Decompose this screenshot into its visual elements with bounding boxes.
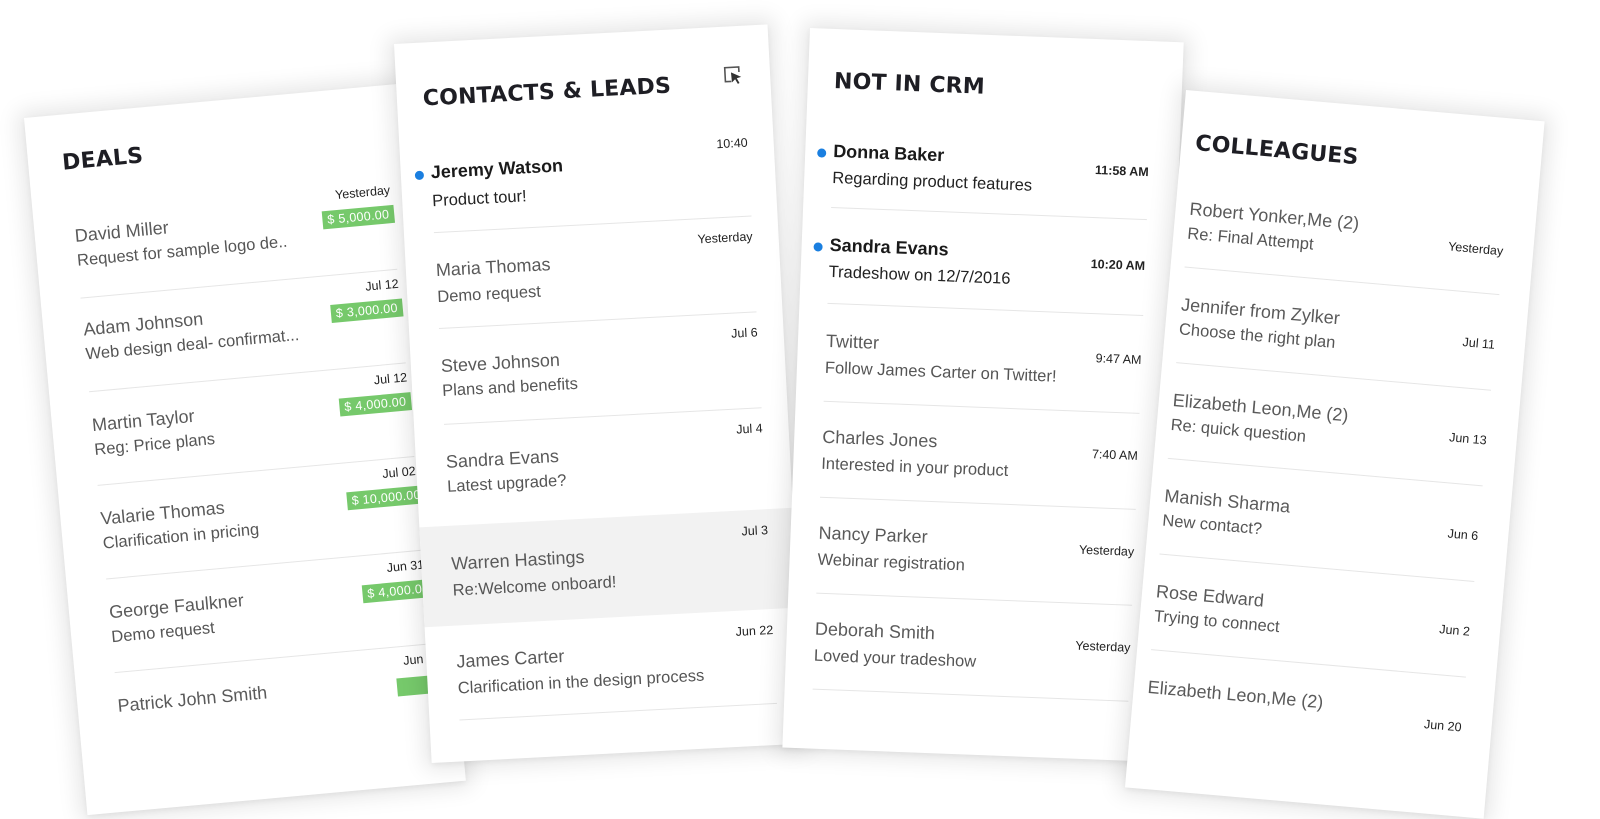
message-subject: Webinar registration <box>817 550 966 575</box>
sender-name: Twitter <box>825 330 880 353</box>
deal-date: Jul 02 <box>381 463 417 481</box>
not-in-crm-item[interactable]: Yesterday Deborah Smith Loved your trade… <box>784 612 1161 722</box>
contact-item[interactable]: Jun 22 James Carter Clarification in the… <box>425 608 804 727</box>
deal-amount-badge: $ 4,000.00 <box>338 392 413 417</box>
contact-subject: Clarification in the design process <box>457 666 705 698</box>
contact-time: Jul 6 <box>730 325 758 341</box>
message-time: 7:40 AM <box>1091 447 1139 463</box>
message-time: 10:20 AM <box>1090 256 1146 274</box>
deal-amount-badge: $ 5,000.00 <box>321 204 396 230</box>
contact-name: James Carter <box>455 645 565 672</box>
message-time: 9:47 AM <box>1095 351 1142 367</box>
message-subject: Tradeshow on 12/7/2016 <box>828 262 1011 288</box>
not-in-crm-item[interactable]: Yesterday Nancy Parker Webinar registrat… <box>788 516 1165 626</box>
deals-panel: DEALS Yesterday David Miller $ 5,000.00 … <box>24 83 466 816</box>
unread-dot <box>414 170 425 181</box>
not-in-crm-item[interactable]: 7:40 AM Charles Jones Interested in your… <box>791 420 1168 530</box>
divider <box>827 302 1144 317</box>
colleague-name: Elizabeth Leon,Me (2) <box>1146 676 1325 713</box>
message-time: Yesterday <box>1075 638 1131 655</box>
divider <box>819 496 1136 510</box>
message-date: Jun 13 <box>1448 430 1488 448</box>
divider <box>831 206 1147 221</box>
message-subject: Follow James Carter on Twitter! <box>824 358 1057 386</box>
message-subject: Trying to connect <box>1153 607 1281 637</box>
contact-name: Maria Thomas <box>435 254 551 281</box>
message-date: Jun 6 <box>1447 526 1479 544</box>
not-in-crm-item[interactable]: 11:58 AM Donna Baker Regarding product f… <box>802 134 1179 244</box>
sender-name: Charles Jones <box>821 426 938 452</box>
divider <box>459 702 778 721</box>
contact-time: Yesterday <box>697 229 753 247</box>
deal-subject: Demo request <box>110 618 216 647</box>
deal-name: George Faulkner <box>108 590 245 623</box>
deal-amount-badge: $ 3,000.00 <box>330 298 404 323</box>
message-date: Jun 20 <box>1423 717 1463 735</box>
colleague-name: Rose Edward <box>1155 581 1265 611</box>
deal-subject: Reg: Price plans <box>93 430 216 459</box>
contact-name: Steve Johnson <box>440 349 561 376</box>
message-subject: Loved your tradeshow <box>813 646 977 671</box>
contact-subject: Product tour! <box>431 187 528 211</box>
deal-date: Jun 31 <box>386 557 425 575</box>
message-subject: Interested in your product <box>820 454 1009 480</box>
sender-name: Donna Baker <box>832 140 945 166</box>
not-in-crm-item[interactable]: 9:47 AM Twitter Follow James Carter on T… <box>795 324 1172 434</box>
unread-dot <box>813 242 823 252</box>
message-time: 11:58 AM <box>1094 163 1149 180</box>
message-subject: Regarding product features <box>831 168 1033 195</box>
deals-title: DEALS <box>61 143 145 176</box>
deal-amount-badge: $ 10,000.00 <box>345 485 427 511</box>
contact-time: 10:40 <box>716 135 749 152</box>
message-subject: Re: Final Attempt <box>1186 224 1315 254</box>
message-time: Yesterday <box>1078 542 1135 559</box>
message-date: Jun 2 <box>1438 622 1471 639</box>
contact-subject: Latest upgrade? <box>446 471 567 496</box>
colleagues-panel: COLLEAGUES Yesterday Robert Yonker,Me (2… <box>1124 90 1545 819</box>
divider <box>823 400 1140 414</box>
contacts-leads-panel: CONTACTS & LEADS 10:40 Jeremy Watson Pro… <box>394 24 806 764</box>
pointer-select-icon[interactable] <box>722 64 745 87</box>
deal-date: Jul 12 <box>373 370 408 388</box>
contact-time: Jun 22 <box>735 622 774 639</box>
divider <box>816 592 1133 606</box>
deal-name: David Miller <box>73 217 170 246</box>
contact-subject: Plans and benefits <box>441 374 579 400</box>
unread-dot <box>817 148 827 158</box>
sender-name: Deborah Smith <box>814 618 936 644</box>
deal-date: Yesterday <box>334 183 391 203</box>
contact-time: Jul 4 <box>735 421 763 437</box>
message-date: Yesterday <box>1447 239 1504 259</box>
deal-name: Patrick John Smith <box>116 682 269 716</box>
not-in-crm-panel: NOT IN CRM 11:58 AM Donna Baker Regardin… <box>782 28 1184 762</box>
colleagues-title: COLLEAGUES <box>1194 131 1360 171</box>
contact-time: Jul 3 <box>741 523 769 539</box>
deal-name: Martin Taylor <box>91 405 196 436</box>
contact-name: Jeremy Watson <box>430 155 564 183</box>
sender-name: Nancy Parker <box>818 522 928 547</box>
contact-subject: Demo request <box>436 282 542 307</box>
sender-name: Sandra Evans <box>829 234 950 260</box>
deal-date: Jul 12 <box>364 276 400 294</box>
not-in-crm-title: NOT IN CRM <box>833 68 986 100</box>
contacts-title: CONTACTS & LEADS <box>422 73 672 112</box>
message-subject: New contact? <box>1161 511 1263 539</box>
not-in-crm-item[interactable]: 10:20 AM Sandra Evans Tradeshow on 12/7/… <box>799 228 1176 338</box>
message-date: Jul 11 <box>1462 335 1496 352</box>
divider <box>812 688 1129 702</box>
contact-name: Sandra Evans <box>445 445 560 472</box>
contact-item-selected[interactable]: Jul 3 Warren Hastings Re:Welcome onboard… <box>419 507 799 628</box>
